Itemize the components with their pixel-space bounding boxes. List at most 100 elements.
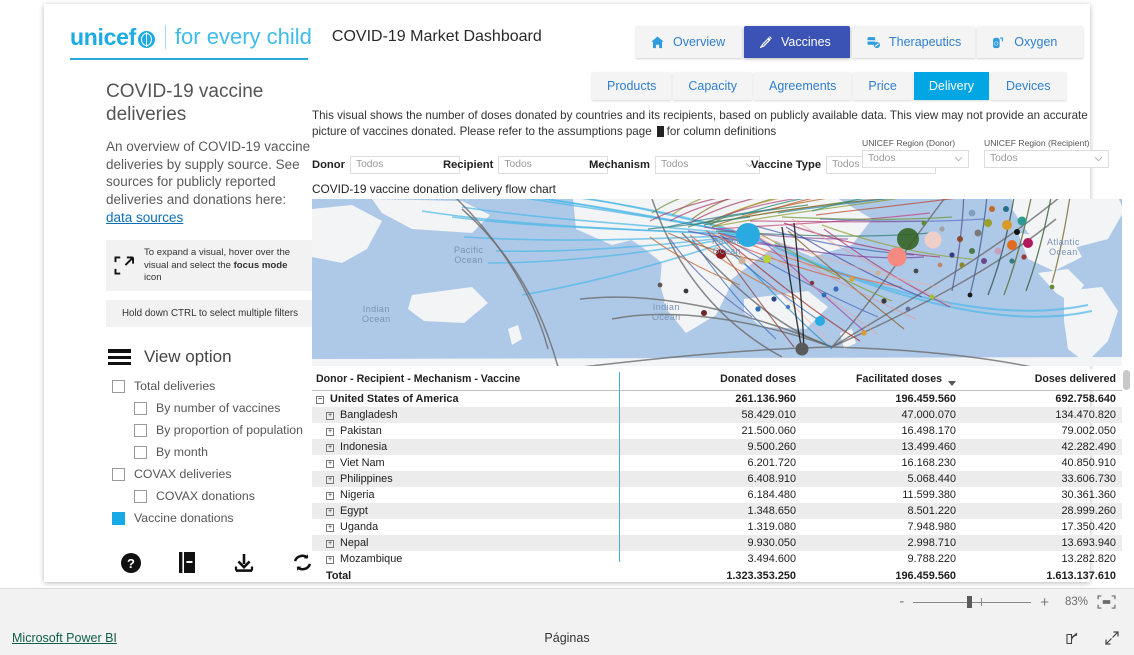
tab-overview[interactable]: Overview (636, 26, 742, 58)
table-row[interactable]: + Viet Nam 6.201.720 16.168.230 40.850.91… (312, 455, 1122, 471)
sidebar-item-total-deliveries[interactable]: Total deliveries (112, 379, 314, 393)
row-label-cell[interactable]: + Uganda (312, 519, 617, 535)
table-row[interactable]: + Uganda 1.319.080 7.948.980 17.350.420 (312, 519, 1122, 535)
subtab-price[interactable]: Price (853, 72, 912, 100)
sidebar-item-by-month[interactable]: By month (134, 445, 314, 459)
pages-button[interactable]: Páginas (544, 631, 589, 645)
row-label-cell[interactable]: + Nepal (312, 534, 617, 551)
zoom-slider[interactable] (913, 596, 1032, 608)
zoom-slider-thumb[interactable] (967, 596, 973, 608)
sidebar-item-covax-deliveries[interactable]: COVAX deliveries (112, 467, 314, 481)
row-label: Mozambique (340, 552, 403, 565)
subtab-delivery[interactable]: Delivery (913, 72, 990, 100)
row-label-cell[interactable]: + Nigeria (312, 487, 617, 503)
cell-facilitated: 16.498.170 (901, 424, 956, 437)
subtab-capacity[interactable]: Capacity (673, 72, 752, 100)
microsoft-power-bi-link[interactable]: Microsoft Power BI (12, 631, 117, 645)
row-label-cell[interactable]: + Mozambique (312, 551, 617, 567)
subtab-agreements[interactable]: Agreements (753, 72, 852, 100)
zoom-in-button[interactable]: + (1040, 595, 1049, 610)
expand-icon[interactable]: + (326, 491, 334, 500)
collapse-icon[interactable]: − (316, 395, 324, 404)
share-icon[interactable] (1064, 630, 1080, 646)
menu-icon[interactable] (108, 349, 131, 366)
sidebar-item-by-number-of-vaccines[interactable]: By number of vaccines (134, 401, 314, 415)
table-row[interactable]: − United States of America 261.136.960 19… (312, 390, 1122, 407)
refresh-icon[interactable] (291, 551, 314, 574)
row-label-cell[interactable]: + Bangladesh (312, 406, 617, 423)
checkbox-by-proportion-of-population[interactable] (134, 423, 147, 437)
expand-icon[interactable]: + (326, 555, 334, 564)
table-row[interactable]: + Mozambique 3.494.600 9.788.220 13.282.8… (312, 551, 1122, 567)
expand-icon[interactable]: + (326, 427, 334, 436)
expand-icon[interactable]: + (326, 459, 334, 468)
expand-icon[interactable]: + (326, 443, 334, 452)
cell-donated: 6.184.480 (747, 488, 796, 501)
checkbox-covax-deliveries[interactable] (112, 467, 125, 481)
svg-text:?: ? (127, 556, 135, 571)
filter-bar: Donor Todos Recipient Todos Mechanism To… (312, 138, 1124, 180)
table-row[interactable]: + Indonesia 9.500.260 13.499.460 42.282.4… (312, 438, 1122, 455)
assumptions-book-icon[interactable] (654, 126, 664, 138)
column-header-donated-doses[interactable]: Donated doses (617, 368, 802, 391)
cell-donated: 9.500.260 (617, 438, 802, 455)
filter-unicef-region-recipient-select[interactable]: Todos (984, 149, 1109, 168)
column-header-doses-delivered[interactable]: Doses delivered (962, 368, 1122, 391)
expand-icon[interactable]: + (326, 475, 334, 484)
cell-donated: 1.348.650 (617, 502, 802, 519)
expand-icon[interactable]: + (326, 539, 334, 548)
row-label-cell[interactable]: + Indonesia (312, 438, 617, 455)
fullscreen-icon[interactable] (1104, 630, 1120, 646)
view-option-title: View option (144, 347, 232, 367)
row-label: Indonesia (340, 440, 388, 453)
sidebar-item-by-proportion-of-population[interactable]: By proportion of population (134, 423, 314, 437)
checkbox-vaccine-donations[interactable] (112, 511, 125, 525)
main-visual-area: This visual shows the number of doses do… (312, 108, 1130, 584)
book-icon[interactable] (178, 551, 197, 574)
expand-icon[interactable]: + (326, 411, 334, 420)
tab-oxygen[interactable]: O Oxygen (977, 26, 1084, 58)
subtab-products[interactable]: Products (592, 72, 672, 100)
tab-vaccines[interactable]: Vaccines (744, 26, 850, 58)
download-icon[interactable] (233, 552, 255, 574)
subtab-devices[interactable]: Devices (991, 72, 1066, 100)
column-header-facilitated-doses[interactable]: Facilitated doses (802, 368, 962, 391)
filter-unicef-region-donor-select[interactable]: Todos (862, 149, 969, 168)
tab-therapeutics[interactable]: Therapeutics (852, 26, 976, 58)
table-row[interactable]: + Nepal 9.930.050 2.998.710 13.693.940 (312, 534, 1122, 551)
row-label: Uganda (340, 520, 379, 533)
data-sources-link[interactable]: data sources (106, 210, 183, 225)
row-label-cell[interactable]: + Pakistan (312, 423, 617, 439)
row-label-cell[interactable]: − United States of America (312, 390, 617, 407)
expand-icon[interactable]: + (326, 507, 334, 516)
filter-mechanism-select[interactable]: Todos (654, 155, 760, 174)
sidebar-item-vaccine-donations[interactable]: Vaccine donations (112, 511, 314, 525)
table-row[interactable]: + Philippines 6.408.910 5.068.440 33.606.… (312, 470, 1122, 487)
row-label-cell[interactable]: + Philippines (312, 470, 617, 487)
cell-donated: 1.323.353.250 (726, 569, 796, 582)
help-icon[interactable]: ? (120, 552, 142, 574)
table-scrollbar[interactable] (1122, 369, 1130, 559)
sidebar-title: COVID-19 vaccine deliveries (106, 81, 264, 126)
label-covax-donations: COVAX donations (156, 489, 255, 504)
column-header-donor-recipient[interactable]: Donor - Recipient - Mechanism - Vaccine (312, 368, 617, 391)
fit-to-page-icon[interactable] (1097, 595, 1116, 609)
table-row[interactable]: + Egypt 1.348.650 8.501.220 28.999.260 (312, 502, 1122, 519)
table-row[interactable]: + Pakistan 21.500.060 16.498.170 79.002.0… (312, 423, 1122, 439)
checkbox-total-deliveries[interactable] (112, 379, 125, 393)
checkbox-by-number-of-vaccines[interactable] (134, 401, 147, 415)
table-row[interactable]: + Nigeria 6.184.480 11.599.380 30.361.360 (312, 487, 1122, 503)
table-scrollbar-thumb[interactable] (1122, 369, 1130, 390)
checkbox-by-month[interactable] (134, 445, 147, 459)
expand-icon[interactable]: + (326, 523, 334, 532)
zoom-out-button[interactable]: - (899, 594, 904, 609)
tab-vaccines-label: Vaccines (781, 35, 831, 49)
subtab-delivery-label: Delivery (928, 79, 975, 93)
sidebar-item-covax-donations[interactable]: COVAX donations (134, 489, 314, 503)
row-label-cell[interactable]: + Viet Nam (312, 455, 617, 471)
table-row[interactable]: + Bangladesh 58.429.010 47.000.070 134.47… (312, 406, 1122, 423)
subtab-price-label: Price (868, 79, 897, 93)
row-label-cell[interactable]: + Egypt (312, 502, 617, 519)
checkbox-covax-donations[interactable] (134, 489, 147, 503)
vaccine-donation-flow-map[interactable]: Pacific Ocean Indian Ocean Pacific Ocean At… (312, 198, 1122, 366)
